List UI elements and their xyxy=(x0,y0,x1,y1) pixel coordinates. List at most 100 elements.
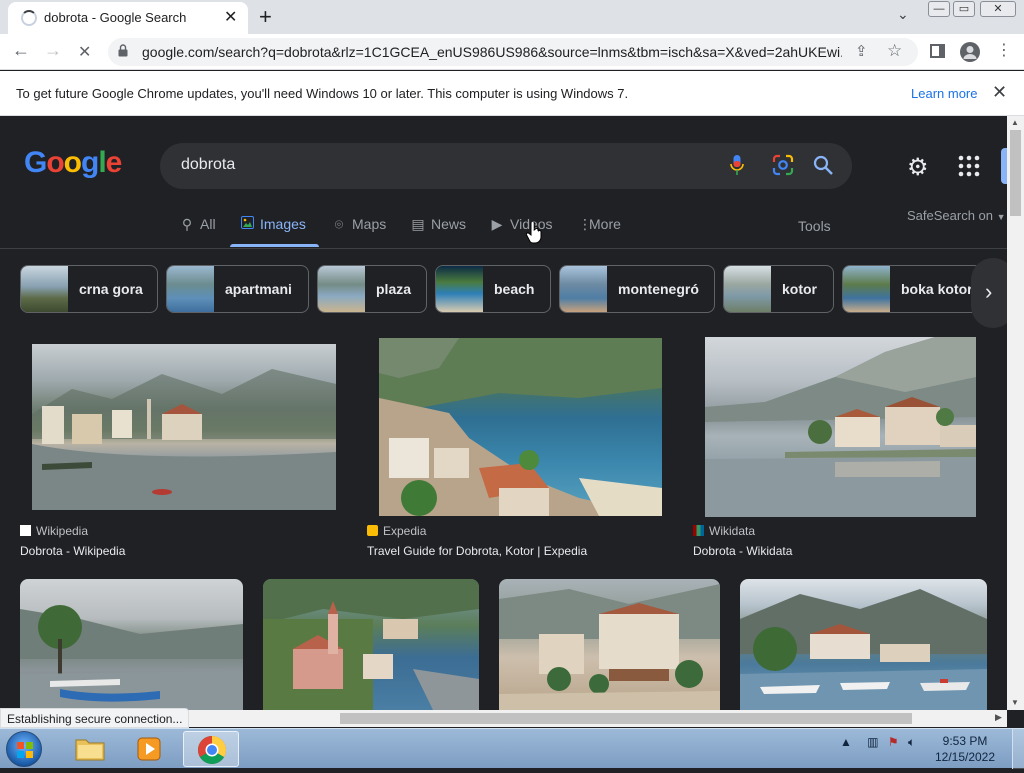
chip-thumbnail xyxy=(724,266,771,312)
tab-news[interactable]: ▤ News xyxy=(411,216,466,233)
clock-date: 12/15/2022 xyxy=(934,750,996,764)
action-center-flag-icon[interactable]: ⚑ xyxy=(888,735,899,749)
chip-crna-gora[interactable]: crna gora xyxy=(20,265,158,313)
status-bubble: Establishing secure connection... xyxy=(0,708,190,728)
chip-plaza[interactable]: plaza xyxy=(317,265,427,313)
tray-expand-icon[interactable]: ▲ xyxy=(840,735,852,749)
google-apps-icon[interactable] xyxy=(958,155,980,177)
tab-search-chevron-icon[interactable]: ⌄ xyxy=(897,6,909,23)
learn-more-link[interactable]: Learn more xyxy=(911,86,977,101)
result-image-7[interactable] xyxy=(740,579,987,710)
wikidata-favicon-icon xyxy=(693,525,704,536)
browser-menu-icon[interactable]: ⋮ xyxy=(996,40,1012,60)
result-caption-wikidata[interactable]: Dobrota - Wikidata xyxy=(693,544,792,558)
expedia-favicon-icon xyxy=(367,525,378,536)
stop-loading-button[interactable]: ✕ xyxy=(78,42,91,62)
result-source-expedia[interactable]: Expedia xyxy=(367,524,426,538)
close-window-button[interactable]: ✕ xyxy=(980,1,1016,17)
chip-boka-kotor[interactable]: boka kotor xyxy=(842,265,982,313)
result-image-4[interactable] xyxy=(20,579,243,710)
browser-tab-bar: dobrota - Google Search ✕ + ⌄ — ▭ ✕ xyxy=(0,0,1024,34)
google-images-page: Google dobrota ⚙ ⚲ All Images ⌾ Maps ▤ N… xyxy=(0,116,1007,710)
loading-spinner-icon xyxy=(21,10,37,26)
infobar-close-icon[interactable]: ✕ xyxy=(992,82,1007,103)
search-box[interactable]: dobrota xyxy=(160,143,852,189)
safesearch-dropdown[interactable]: SafeSearch on ▼ xyxy=(907,208,1006,223)
chip-kotor[interactable]: kotor xyxy=(723,265,834,313)
microphone-icon[interactable] xyxy=(730,154,744,176)
profile-avatar-icon[interactable] xyxy=(960,42,980,62)
tab-videos[interactable]: ▶Videos xyxy=(490,216,553,233)
chip-thumbnail xyxy=(318,266,365,312)
infobar-message: To get future Google Chrome updates, you… xyxy=(16,86,629,101)
new-tab-button[interactable]: + xyxy=(259,4,272,30)
tab-images[interactable]: Images xyxy=(240,216,306,232)
chip-thumbnail xyxy=(21,266,68,312)
active-tab-indicator xyxy=(230,244,319,247)
address-bar[interactable]: google.com/search?q=dobrota&rlz=1C1GCEA_… xyxy=(108,38,918,66)
show-desktop-button[interactable] xyxy=(1012,729,1024,769)
network-icon[interactable]: ▥ xyxy=(867,735,878,749)
media-player-taskbar-button[interactable] xyxy=(122,731,178,767)
result-caption-expedia[interactable]: Travel Guide for Dobrota, Kotor | Expedi… xyxy=(367,544,587,558)
result-image-6[interactable] xyxy=(499,579,720,710)
result-image-5[interactable] xyxy=(263,579,479,710)
windows-taskbar: ▲ ▥ ⚑ 🔈︎ 9:53 PM 12/15/2022 xyxy=(0,728,1024,769)
tab-more[interactable]: ⋮More xyxy=(578,216,621,233)
vertical-scrollbar[interactable]: ▲ ▼ xyxy=(1007,116,1024,710)
search-input[interactable]: dobrota xyxy=(181,156,235,174)
chrome-taskbar-button[interactable] xyxy=(183,731,239,767)
clock-time: 9:53 PM xyxy=(942,734,988,748)
update-infobar: To get future Google Chrome updates, you… xyxy=(0,71,1024,116)
logo-letter: g xyxy=(81,146,99,179)
tab-close-icon[interactable]: ✕ xyxy=(224,7,237,27)
chip-beach[interactable]: beach xyxy=(435,265,551,313)
url-text[interactable]: google.com/search?q=dobrota&rlz=1C1GCEA_… xyxy=(142,44,842,60)
google-logo[interactable]: Google xyxy=(24,146,122,180)
tab-maps[interactable]: ⌾ Maps xyxy=(332,216,386,233)
side-panel-icon[interactable] xyxy=(930,44,945,58)
chip-thumbnail xyxy=(436,266,483,312)
tools-button[interactable]: Tools xyxy=(798,218,831,234)
chip-thumbnail xyxy=(560,266,607,312)
share-icon[interactable]: ⇪ xyxy=(855,42,868,60)
hand-pointer-icon xyxy=(526,222,542,244)
more-dots-icon: ⋮ xyxy=(578,216,592,232)
search-icon: ⚲ xyxy=(181,216,193,232)
taskbar-clock[interactable]: 9:53 PM 12/15/2022 xyxy=(930,733,1000,765)
result-image-expedia[interactable] xyxy=(379,338,662,516)
explorer-taskbar-button[interactable] xyxy=(62,731,118,767)
chip-thumbnail xyxy=(167,266,214,312)
volume-icon[interactable]: 🔈︎ xyxy=(908,735,915,749)
maximize-button[interactable]: ▭ xyxy=(953,1,975,17)
bookmark-star-icon[interactable]: ☆ xyxy=(887,41,902,61)
result-image-wikipedia[interactable] xyxy=(32,344,336,510)
map-pin-icon: ⌾ xyxy=(334,216,344,232)
browser-tab[interactable]: dobrota - Google Search ✕ xyxy=(8,2,248,34)
chevron-down-icon: ▼ xyxy=(996,212,1006,222)
result-source-wikidata[interactable]: Wikidata xyxy=(693,524,755,538)
minimize-button[interactable]: — xyxy=(928,1,950,17)
result-caption-wikipedia[interactable]: Dobrota - Wikipedia xyxy=(20,544,125,558)
back-button[interactable]: ← xyxy=(12,40,30,61)
scroll-right-arrow-icon[interactable]: ▶ xyxy=(995,712,1002,723)
settings-gear-icon[interactable]: ⚙ xyxy=(907,153,929,182)
scroll-down-arrow-icon[interactable]: ▼ xyxy=(1011,698,1019,707)
logo-letter: o xyxy=(63,146,82,179)
horizontal-scroll-thumb[interactable] xyxy=(340,713,912,724)
result-image-wikidata[interactable] xyxy=(705,337,976,517)
forward-button[interactable]: → xyxy=(44,40,62,61)
google-lens-icon[interactable] xyxy=(772,154,794,176)
scroll-up-arrow-icon[interactable]: ▲ xyxy=(1011,118,1019,127)
lock-icon[interactable] xyxy=(118,44,128,57)
result-source-wikipedia[interactable]: Wikipedia xyxy=(20,524,88,538)
chip-thumbnail xyxy=(843,266,890,312)
tab-all[interactable]: ⚲ All xyxy=(180,216,216,233)
vertical-scroll-thumb[interactable] xyxy=(1010,130,1021,216)
media-player-icon xyxy=(137,737,161,761)
chip-montenegro[interactable]: montenegró xyxy=(559,265,715,313)
search-icon[interactable] xyxy=(812,154,834,176)
start-button[interactable] xyxy=(6,731,42,767)
chips-next-button[interactable]: › xyxy=(971,258,1007,328)
chip-apartmani[interactable]: apartmani xyxy=(166,265,309,313)
